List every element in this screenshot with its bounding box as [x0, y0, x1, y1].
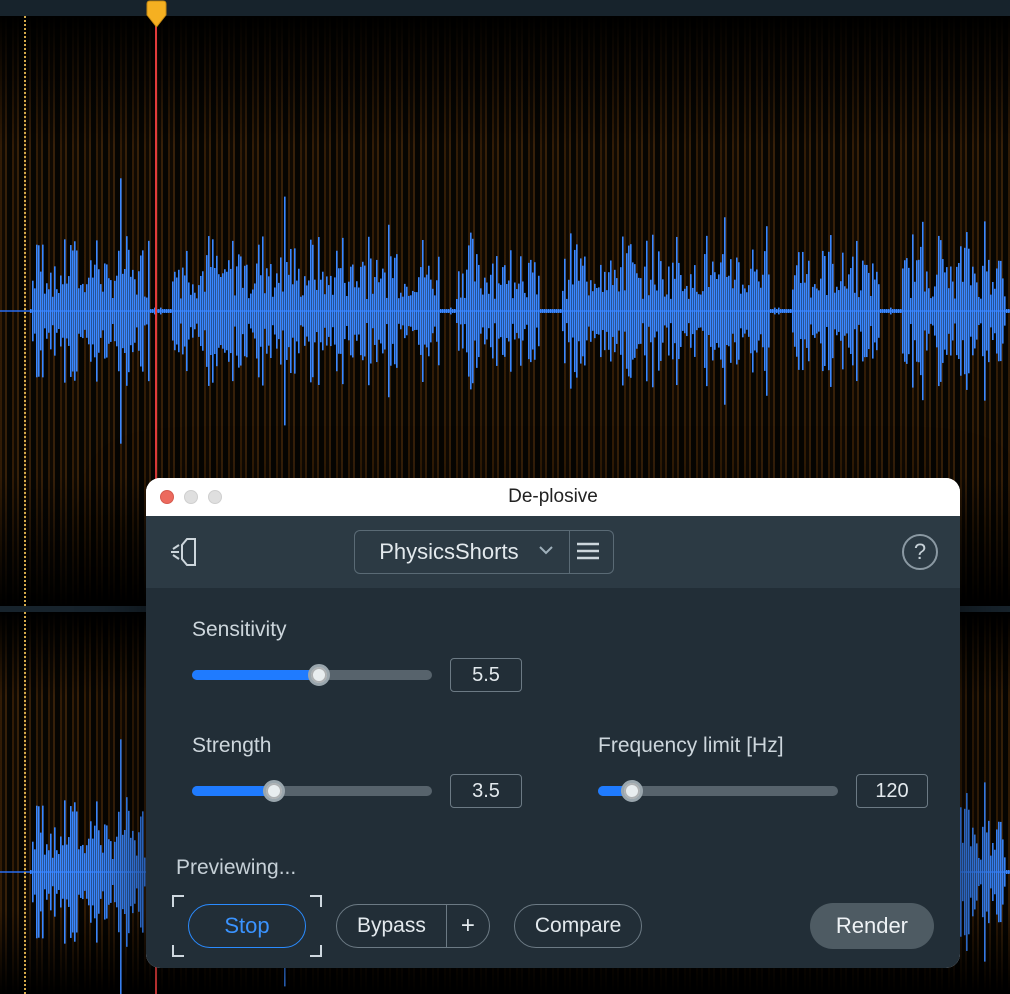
stop-button[interactable]: Stop [188, 904, 306, 948]
preset-name: PhysicsShorts [379, 539, 518, 565]
preset-group: PhysicsShorts [354, 530, 613, 574]
window-title: De-plosive [146, 486, 960, 508]
bypass-button[interactable]: Bypass [336, 904, 447, 948]
selection-edge-left[interactable] [24, 612, 26, 994]
add-button[interactable]: + [446, 904, 490, 948]
de-plosive-dialog: De-plosive PhysicsShorts ? [146, 478, 960, 968]
frequency-limit-label: Frequency limit [Hz] [598, 734, 958, 758]
playhead-handle-icon[interactable] [146, 0, 167, 26]
preset-menu-button[interactable] [564, 530, 614, 574]
selection-edge-left[interactable] [24, 16, 26, 606]
stop-focus-frame: Stop [172, 895, 322, 957]
strength-value[interactable]: 3.5 [450, 774, 522, 808]
strength-label: Strength [192, 734, 552, 758]
de-plosive-icon [168, 535, 202, 569]
preview-status: Previewing... [176, 856, 296, 880]
render-button[interactable]: Render [810, 903, 934, 949]
help-button[interactable]: ? [902, 534, 938, 570]
dialog-footer: Stop Bypass + Compare Render [146, 890, 960, 968]
question-icon: ? [914, 539, 926, 565]
strength-slider[interactable] [192, 786, 432, 796]
sensitivity-slider[interactable] [192, 670, 432, 680]
sensitivity-label: Sensitivity [192, 618, 552, 642]
frequency-limit-slider[interactable] [598, 786, 838, 796]
hamburger-icon [575, 541, 601, 564]
sensitivity-value[interactable]: 5.5 [450, 658, 522, 692]
frequency-limit-value[interactable]: 120 [856, 774, 928, 808]
compare-button[interactable]: Compare [514, 904, 642, 948]
window-titlebar[interactable]: De-plosive [146, 478, 960, 516]
chevron-down-icon [537, 539, 555, 565]
dialog-toolbar: PhysicsShorts ? [146, 516, 960, 588]
controls-panel: Sensitivity 5.5 Strength 3.5 Frequency [146, 588, 960, 968]
preset-select[interactable]: PhysicsShorts [354, 530, 569, 574]
